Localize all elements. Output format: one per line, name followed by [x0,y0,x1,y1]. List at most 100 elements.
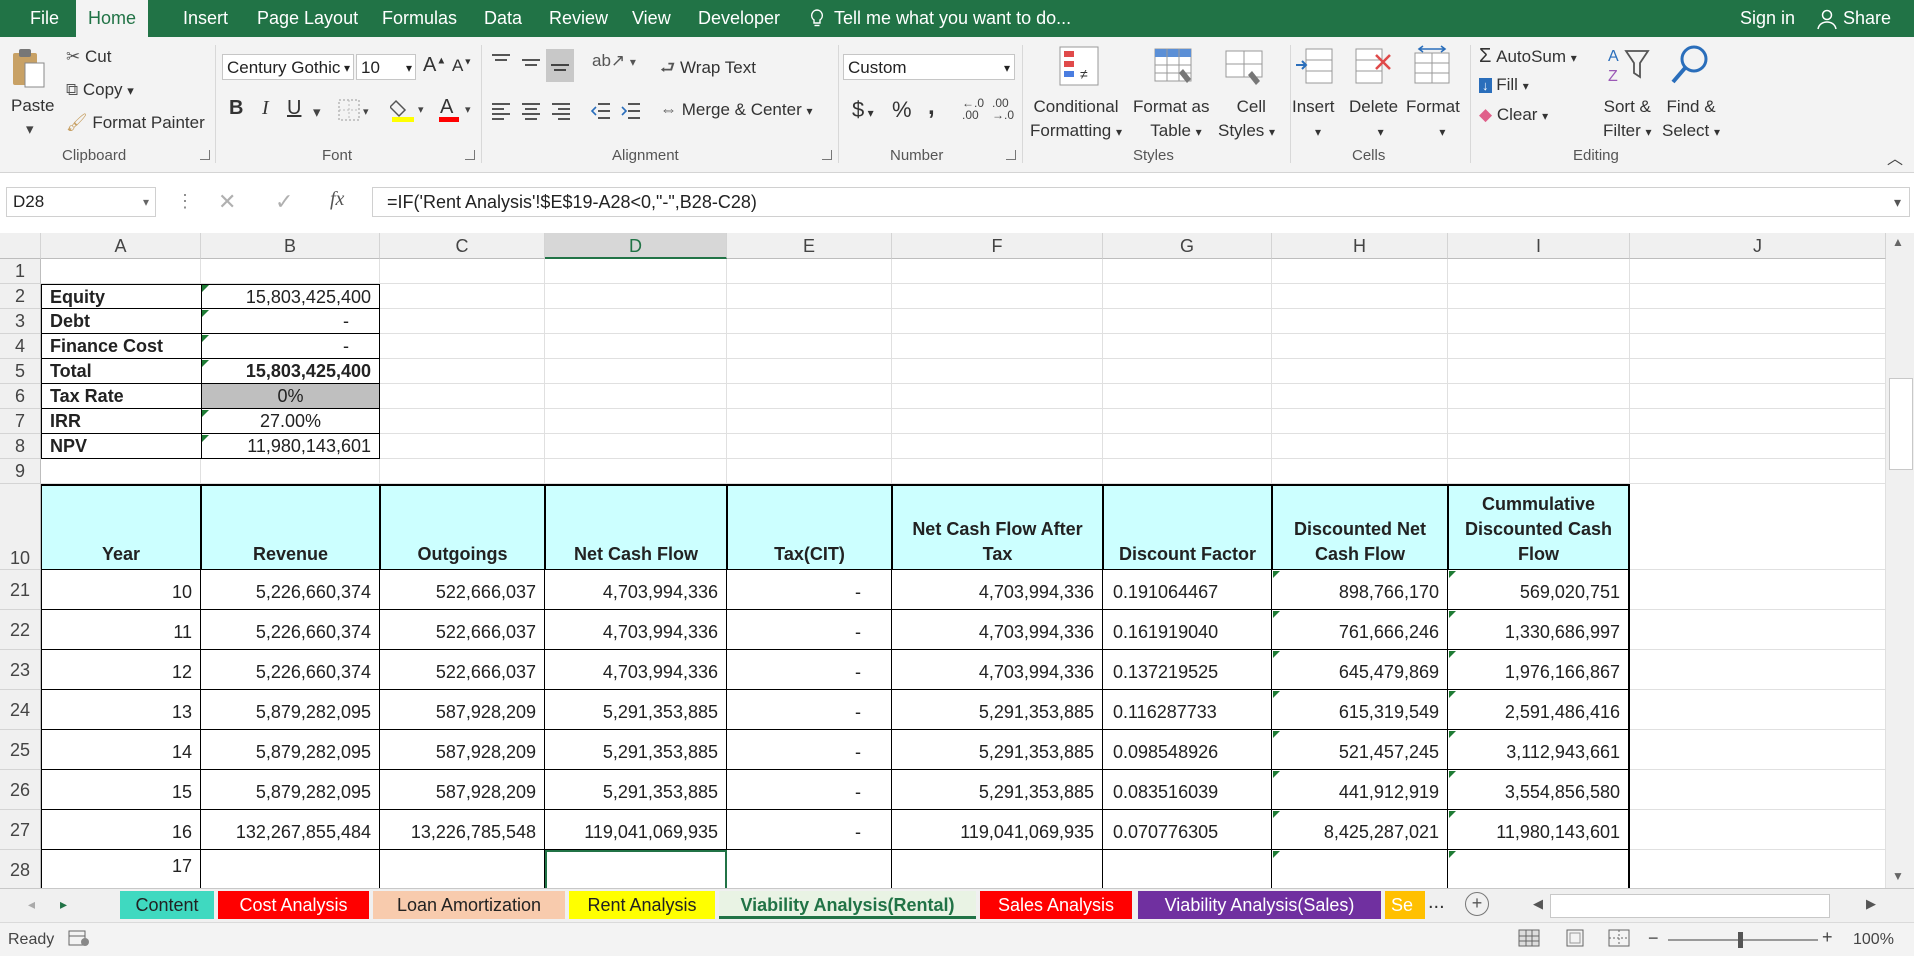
table-cell[interactable]: 441,912,919 [1272,770,1448,810]
vertical-scrollbar[interactable]: ▲ ▼ [1886,233,1914,888]
hscroll-right-icon[interactable]: ▶ [1866,896,1876,912]
font-color-icon[interactable]: A ▾ [437,95,477,128]
table-cell[interactable]: 119,041,069,935 [545,810,727,850]
table-cell[interactable]: - [727,650,892,690]
insert-cells-button[interactable]: Insert ▾ [1292,95,1335,144]
table-cell[interactable]: 4,703,994,336 [892,610,1103,650]
table-cell[interactable]: 5,226,660,374 [201,650,380,690]
insert-cells-icon[interactable] [1294,45,1336,92]
format-painter-button[interactable]: 🖌 Format Painter [66,113,205,133]
merge-center-button[interactable]: ⇔ Merge & Center ▾ [660,100,813,120]
align-top-icon[interactable] [490,51,512,78]
table-cell[interactable]: 522,666,037 [380,570,545,610]
sort-filter-button[interactable]: Sort & Filter ▾ [1603,95,1652,144]
horizontal-scrollbar-thumb[interactable] [1550,894,1830,918]
table-cell[interactable]: 1,330,686,997 [1448,610,1630,650]
column-header[interactable]: B [201,233,380,259]
table-cell[interactable]: 645,479,869 [1272,650,1448,690]
table-cell[interactable]: 5,291,353,885 [892,730,1103,770]
row-header[interactable]: 27 [0,810,41,850]
currency-button[interactable]: $ ▾ [852,97,874,123]
column-header[interactable]: H [1272,233,1448,259]
increase-indent-icon[interactable] [620,100,642,127]
column-header[interactable]: C [380,233,545,259]
summary-label[interactable]: Total [41,359,201,384]
insert-function-icon[interactable]: fx [330,188,344,211]
column-header[interactable]: F [892,233,1103,259]
table-header-cell[interactable]: Discounted Net Cash Flow [1272,484,1448,570]
table-cell[interactable]: 12 [41,650,201,690]
autosum-button[interactable]: Σ AutoSum ▾ [1479,45,1577,68]
bold-button[interactable]: B [229,97,243,120]
decrease-indent-icon[interactable] [590,100,612,127]
column-header[interactable]: A [41,233,201,259]
table-cell[interactable]: 522,666,037 [380,610,545,650]
row-header[interactable]: 5 [0,359,41,384]
table-cell[interactable]: 5,879,282,095 [201,690,380,730]
summary-label[interactable]: IRR [41,409,201,434]
conditional-formatting-button[interactable]: Conditional Formatting ▾ [1030,95,1122,144]
table-cell[interactable] [1448,850,1630,888]
table-header-cell[interactable]: Year [41,484,201,570]
macro-record-icon[interactable] [68,929,90,952]
row-header[interactable]: 9 [0,459,41,484]
fill-button[interactable]: ↓ Fill ▾ [1479,75,1529,95]
column-header[interactable]: D [545,233,727,259]
row-header[interactable]: 28 [0,850,41,888]
table-cell[interactable] [892,850,1103,888]
row-header[interactable]: 22 [0,610,41,650]
enter-icon[interactable]: ✓ [275,189,293,215]
table-cell[interactable]: - [727,570,892,610]
summary-value[interactable]: - [201,309,380,334]
table-cell[interactable]: 0.083516039 [1103,770,1272,810]
table-cell[interactable]: 5,291,353,885 [545,690,727,730]
increase-decimal-icon[interactable]: ←.0.00 [962,97,984,121]
table-cell[interactable] [727,850,892,888]
menu-view[interactable]: View [632,0,671,37]
table-header-cell[interactable]: Net Cash Flow [545,484,727,570]
clear-button[interactable]: ◆ Clear ▾ [1479,105,1548,125]
sort-filter-icon[interactable]: AZ [1606,43,1652,90]
menu-developer[interactable]: Developer [698,0,780,37]
table-cell[interactable] [1103,850,1272,888]
menu-insert[interactable]: Insert [183,0,228,37]
column-header[interactable]: I [1448,233,1630,259]
table-cell[interactable]: 5,291,353,885 [545,730,727,770]
find-select-button[interactable]: Find & Select ▾ [1662,95,1720,144]
format-cells-icon[interactable] [1411,45,1453,92]
table-cell[interactable]: 8,425,287,021 [1272,810,1448,850]
sheet-tab[interactable]: Rent Analysis [569,891,715,919]
table-cell[interactable]: 587,928,209 [380,730,545,770]
zoom-out-icon[interactable]: − [1648,928,1659,949]
normal-view-icon[interactable] [1518,929,1540,952]
italic-button[interactable]: I [262,97,269,120]
align-middle-icon[interactable] [520,51,542,78]
table-cell[interactable]: 1,976,166,867 [1448,650,1630,690]
fill-color-icon[interactable]: ▾ [388,97,430,128]
cut-button[interactable]: ✂ Cut [66,47,111,67]
borders-icon[interactable]: ▾ [338,99,372,126]
cell-styles-button[interactable]: Cell Styles ▾ [1218,95,1275,144]
cancel-icon[interactable]: ✕ [218,189,236,215]
table-cell[interactable]: 11 [41,610,201,650]
table-cell[interactable] [201,850,380,888]
row-header[interactable]: 4 [0,334,41,359]
table-cell[interactable]: 13 [41,690,201,730]
collapse-ribbon-icon[interactable]: ︿ [1887,145,1903,169]
table-cell[interactable]: 17 [41,850,201,888]
format-cells-button[interactable]: Format ▾ [1406,95,1460,144]
sheet-tab-active[interactable]: Viability Analysis(Rental) [719,891,976,919]
font-size-dropdown[interactable]: 10 ▾ [356,54,416,80]
row-header[interactable]: 8 [0,434,41,459]
table-cell[interactable]: 4,703,994,336 [892,650,1103,690]
align-bottom-icon[interactable] [546,49,574,82]
column-header[interactable]: J [1630,233,1886,259]
hscroll-left-icon[interactable]: ◀ [1533,896,1543,912]
table-cell[interactable]: 569,020,751 [1448,570,1630,610]
zoom-slider-thumb[interactable] [1738,932,1743,948]
copy-button[interactable]: ⧉ Copy ▾ [66,80,134,100]
comma-button[interactable]: , [928,93,935,121]
table-cell[interactable]: 3,112,943,661 [1448,730,1630,770]
scroll-up-icon[interactable]: ▲ [1892,235,1904,249]
underline-button[interactable]: U [287,97,301,120]
